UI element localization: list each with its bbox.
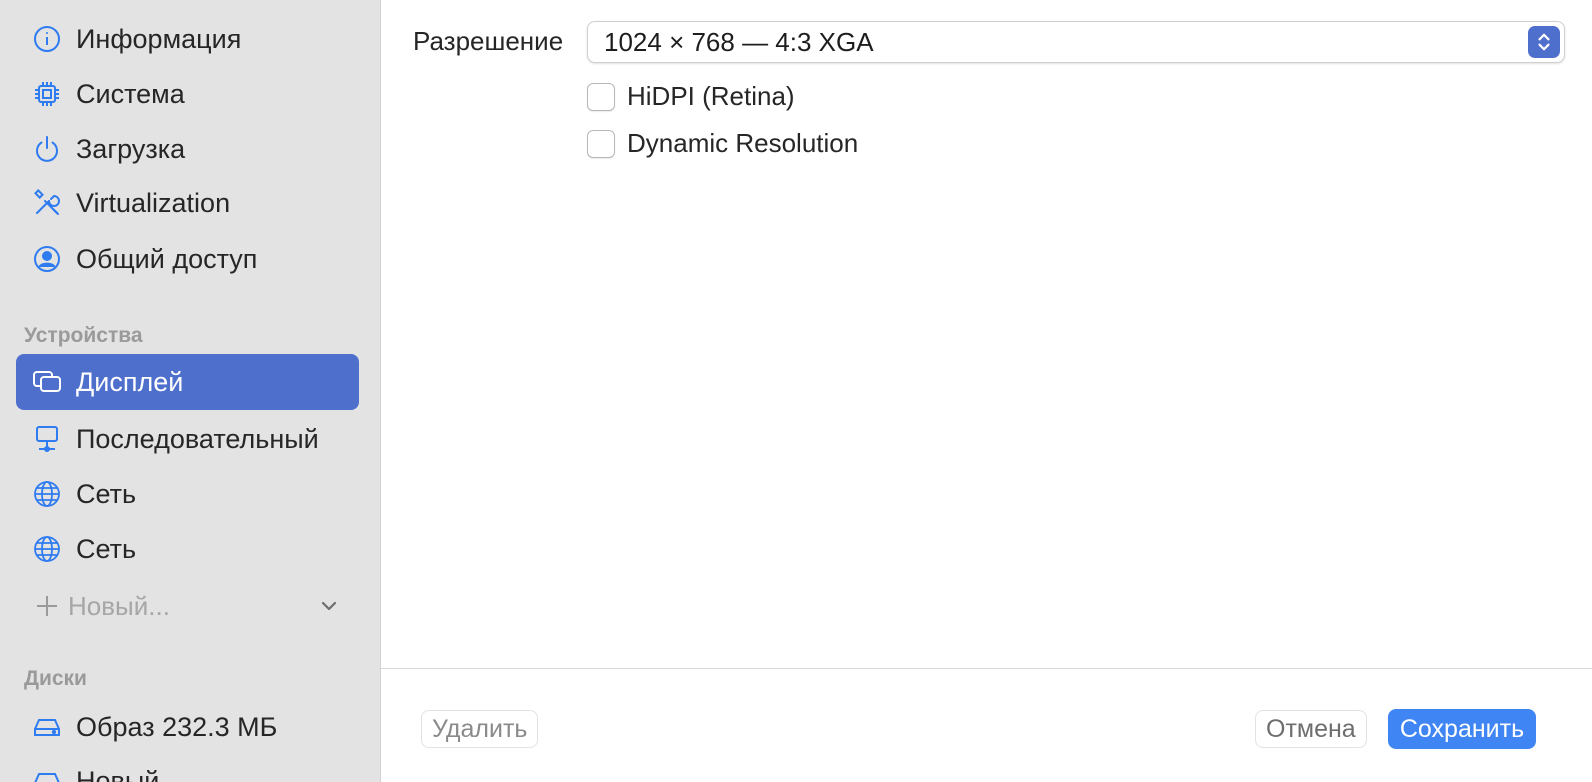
sidebar-item-label: Загрузка: [76, 133, 186, 164]
select-stepper-icon: [1528, 26, 1560, 58]
dynamic-resolution-option[interactable]: Dynamic Resolution: [587, 128, 858, 159]
save-button[interactable]: Сохранить: [1388, 709, 1536, 749]
dynamic-resolution-checkbox[interactable]: [587, 129, 615, 158]
plus-icon: [37, 596, 57, 616]
sidebar-item-info[interactable]: Информация: [16, 11, 359, 67]
sidebar-item-new-disk[interactable]: Новый...: [16, 753, 359, 782]
cancel-button[interactable]: Отмена: [1255, 710, 1367, 748]
sidebar-item-network-1[interactable]: Сеть: [16, 466, 359, 522]
serial-monitor-icon: [32, 424, 62, 454]
sidebar-item-virtualization[interactable]: Virtualization: [16, 175, 359, 231]
sidebar-item-label: Общий доступ: [76, 243, 258, 274]
section-header-devices: Устройства: [24, 324, 143, 347]
sidebar-item-label: Сеть: [76, 533, 137, 564]
sidebar-item-system[interactable]: Система: [16, 66, 359, 122]
sidebar-item-label: Сеть: [76, 478, 137, 509]
person-circle-icon: [32, 244, 62, 274]
sidebar-item-sharing[interactable]: Общий доступ: [16, 231, 359, 287]
info-icon: [32, 24, 62, 54]
cpu-chip-icon: [32, 79, 62, 109]
hidpi-checkbox[interactable]: [587, 82, 615, 111]
footer-divider: [381, 668, 1592, 669]
hidpi-label: HiDPI (Retina): [627, 81, 795, 111]
new-device-button[interactable]: Новый...: [16, 578, 359, 634]
sidebar-item-label: Новый...: [76, 765, 182, 782]
globe-icon: [32, 534, 62, 564]
sidebar-item-label: Последовательный: [76, 423, 319, 454]
power-icon: [32, 134, 62, 164]
dynamic-resolution-label: Dynamic Resolution: [627, 128, 859, 158]
resolution-select[interactable]: 1024 × 768 — 4:3 XGA: [587, 21, 1565, 63]
sidebar-item-display[interactable]: Дисплей: [16, 354, 359, 410]
delete-button[interactable]: Удалить: [421, 710, 539, 748]
sidebar-item-label: Дисплей: [76, 366, 184, 397]
display-icon: [32, 367, 62, 397]
chevron-down-icon: [321, 601, 337, 611]
drive-icon: [32, 712, 62, 742]
sidebar-item-serial[interactable]: Последовательный: [16, 411, 359, 467]
tools-icon: [32, 188, 62, 218]
resolution-label: Разрешение: [413, 26, 564, 56]
sidebar-item-label: Информация: [76, 23, 242, 54]
section-header-disks: Диски: [24, 667, 87, 690]
display-settings-panel: Разрешение 1024 × 768 — 4:3 XGA HiDPI (R…: [381, 0, 1592, 782]
hidpi-option[interactable]: HiDPI (Retina): [587, 81, 795, 112]
resolution-value: 1024 × 768 — 4:3 XGA: [604, 26, 874, 57]
sidebar-item-disk-image[interactable]: Образ 232.3 МБ: [16, 699, 359, 755]
sidebar-item-boot[interactable]: Загрузка: [16, 121, 359, 177]
sidebar-item-network-2[interactable]: Сеть: [16, 521, 359, 577]
drive-icon: [32, 766, 62, 782]
new-device-label: Новый...: [68, 590, 170, 621]
sidebar: Информация Система Загрузка Virtualizati…: [0, 0, 381, 782]
sidebar-item-label: Образ 232.3 МБ: [76, 711, 278, 742]
globe-icon: [32, 479, 62, 509]
sidebar-item-label: Система: [76, 78, 185, 109]
sidebar-item-label: Virtualization: [76, 187, 231, 218]
